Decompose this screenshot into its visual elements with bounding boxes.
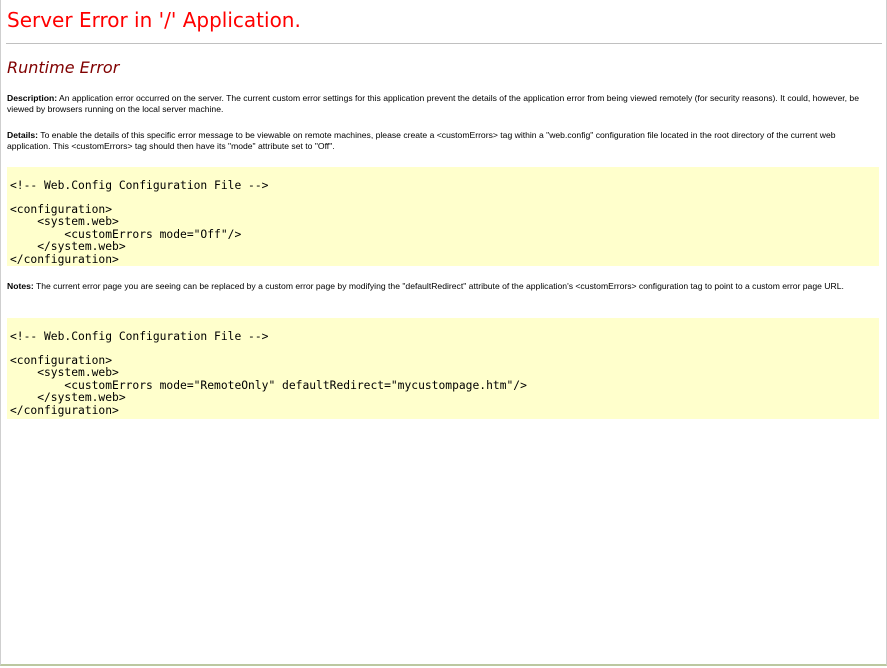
description-label: Description:	[7, 93, 58, 103]
description-text: An application error occurred on the ser…	[7, 93, 859, 114]
notes-paragraph: Notes: The current error page you are se…	[7, 281, 873, 292]
notes-label: Notes:	[7, 281, 34, 291]
code-comment-line: <!-- Web.Config Configuration File -->	[10, 330, 269, 343]
code-comment-line: <!-- Web.Config Configuration File -->	[10, 179, 269, 192]
config-code-remoteonly: <configuration> <system.web> <customErro…	[10, 354, 527, 417]
title-divider	[6, 43, 882, 44]
page-title: Server Error in '/' Application.	[7, 8, 301, 32]
description-paragraph: Description: An application error occurr…	[7, 93, 873, 115]
error-subtitle: Runtime Error	[7, 58, 120, 77]
details-text: To enable the details of this specific e…	[7, 130, 836, 151]
details-label: Details:	[7, 130, 39, 140]
config-code-block-remoteonly: <!-- Web.Config Configuration File --> <…	[7, 318, 879, 419]
config-code-off: <configuration> <system.web> <customErro…	[10, 203, 242, 266]
notes-text: The current error page you are seeing ca…	[33, 281, 844, 291]
details-paragraph: Details: To enable the details of this s…	[7, 130, 873, 152]
config-code-block-off: <!-- Web.Config Configuration File --> <…	[7, 167, 879, 266]
